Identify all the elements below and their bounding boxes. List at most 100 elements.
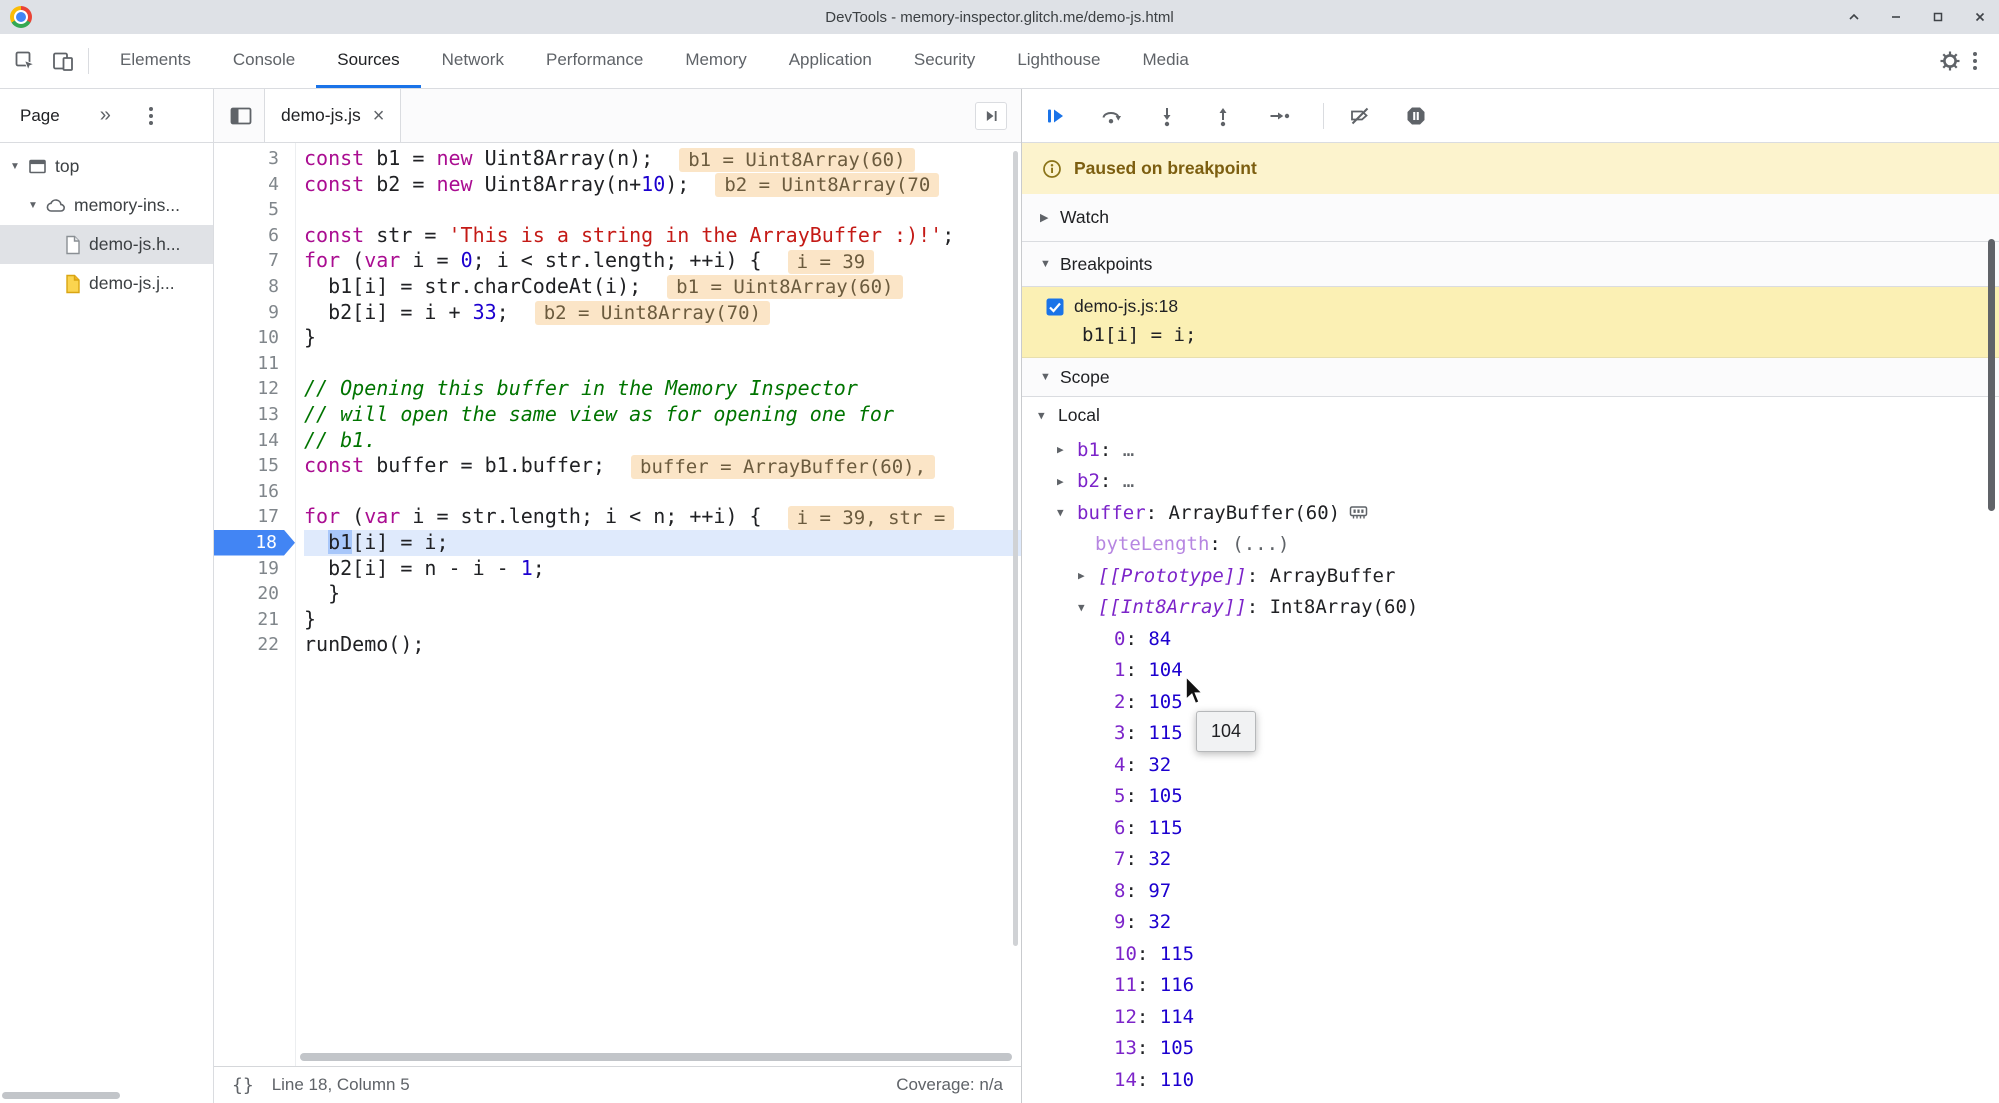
panel-toggle-icon[interactable]	[975, 102, 1007, 130]
disclosure-triangle-icon[interactable]: ▼	[10, 161, 28, 172]
editor-vertical-scrollbar[interactable]	[1013, 151, 1018, 946]
inline-eval-badge: buffer = ArrayBuffer(60),	[631, 454, 936, 479]
tab-sources[interactable]: Sources	[316, 34, 421, 88]
navigator-toggle-icon[interactable]	[228, 104, 254, 128]
line-number[interactable]: 5	[214, 197, 295, 223]
line-number[interactable]: 12	[214, 376, 295, 402]
memory-inspector-icon[interactable]	[1349, 505, 1368, 520]
step-out-icon[interactable]	[1211, 104, 1235, 128]
scope-entry[interactable]: 7: 32	[1022, 844, 1999, 876]
tree-item-demo-js-html[interactable]: demo-js.h...	[0, 225, 213, 264]
pause-on-exceptions-icon[interactable]	[1404, 104, 1428, 128]
line-number[interactable]: 19	[214, 556, 295, 582]
scope-entry[interactable]: 11: 116	[1022, 970, 1999, 1002]
disclosure-triangle-icon[interactable]: ▼	[28, 200, 46, 211]
scope-entry[interactable]: 8: 97	[1022, 875, 1999, 907]
scope-property-value: 32	[1148, 848, 1172, 871]
disclosure-triangle-icon[interactable]: ▶	[1078, 569, 1098, 582]
scope-entry[interactable]: 13: 105	[1022, 1033, 1999, 1065]
line-number[interactable]: 21	[214, 607, 295, 633]
tab-memory[interactable]: Memory	[664, 34, 767, 88]
scope-entry[interactable]: 1: 104	[1022, 655, 1999, 687]
disclosure-triangle-icon[interactable]: ▼	[1038, 409, 1058, 422]
tab-media[interactable]: Media	[1122, 34, 1210, 88]
resume-script-icon[interactable]	[1043, 104, 1067, 128]
line-number[interactable]: 18	[214, 530, 295, 556]
tab-lighthouse[interactable]: Lighthouse	[996, 34, 1121, 88]
navigator-menu-icon[interactable]	[148, 106, 153, 125]
scope-entry[interactable]: 2: 105	[1022, 686, 1999, 718]
tab-console[interactable]: Console	[212, 34, 316, 88]
scope-entry[interactable]: ▶ b1: …	[1022, 434, 1999, 466]
scope-entry[interactable]: ▼ [[Int8Array]]: Int8Array(60)	[1022, 592, 1999, 624]
tab-security[interactable]: Security	[893, 34, 996, 88]
line-number[interactable]: 13	[214, 402, 295, 428]
debugger-vertical-scrollbar[interactable]	[1988, 239, 1995, 511]
editor-tab-demo-js[interactable]: demo-js.js ×	[264, 89, 402, 142]
maximize-icon[interactable]	[1929, 8, 1947, 26]
line-number[interactable]: 8	[214, 274, 295, 300]
scope-entry[interactable]: 9: 32	[1022, 907, 1999, 939]
scope-entry[interactable]: 6: 115	[1022, 812, 1999, 844]
more-options-icon[interactable]	[1973, 52, 1977, 70]
close-window-icon[interactable]	[1971, 8, 1989, 26]
breakpoint-entry[interactable]: demo-js.js:18 b1[i] = i;	[1022, 287, 1999, 358]
tree-item-top[interactable]: ▼ top	[0, 147, 213, 186]
tab-network[interactable]: Network	[421, 34, 525, 88]
settings-gear-icon[interactable]	[1937, 48, 1963, 74]
line-number[interactable]: 11	[214, 351, 295, 377]
more-tabs-icon[interactable]: »	[100, 104, 111, 127]
line-number[interactable]: 20	[214, 581, 295, 607]
scope-section-local[interactable]: ▼ Local	[1022, 397, 1999, 434]
inspect-element-icon[interactable]	[12, 48, 38, 74]
disclosure-triangle-icon[interactable]: ▼	[1057, 506, 1077, 519]
device-toolbar-icon[interactable]	[50, 48, 76, 74]
scope-entry[interactable]: 4: 32	[1022, 749, 1999, 781]
line-number[interactable]: 14	[214, 428, 295, 454]
disclosure-triangle-icon[interactable]: ▼	[1078, 601, 1098, 614]
disclosure-triangle-icon[interactable]: ▶	[1057, 443, 1077, 456]
line-number[interactable]: 22	[214, 632, 295, 658]
scope-entry[interactable]: 5: 105	[1022, 781, 1999, 813]
breakpoints-section-header[interactable]: ▼ Breakpoints	[1022, 242, 1999, 287]
close-tab-icon[interactable]: ×	[373, 106, 385, 126]
scope-entry[interactable]: ▶ [[Prototype]]: ArrayBuffer	[1022, 560, 1999, 592]
disclosure-triangle-icon[interactable]: ▶	[1057, 475, 1077, 488]
sidebar-horizontal-scrollbar[interactable]	[2, 1092, 120, 1099]
tab-application[interactable]: Application	[768, 34, 893, 88]
tab-elements[interactable]: Elements	[99, 34, 212, 88]
step-over-icon[interactable]	[1099, 104, 1123, 128]
line-number[interactable]: 15	[214, 453, 295, 479]
minimize-icon[interactable]	[1887, 8, 1905, 26]
scope-entry[interactable]: ▶ b2: …	[1022, 466, 1999, 498]
line-number[interactable]: 17	[214, 504, 295, 530]
watch-section-header[interactable]: ▶ Watch	[1022, 194, 1999, 242]
line-number[interactable]: 9	[214, 300, 295, 326]
line-number[interactable]: 16	[214, 479, 295, 505]
line-number[interactable]: 4	[214, 172, 295, 198]
line-number[interactable]: 7	[214, 248, 295, 274]
restore-down-icon[interactable]	[1845, 8, 1863, 26]
tab-performance[interactable]: Performance	[525, 34, 664, 88]
line-number[interactable]: 10	[214, 325, 295, 351]
step-into-icon[interactable]	[1155, 104, 1179, 128]
line-number[interactable]: 3	[214, 146, 295, 172]
editor-horizontal-scrollbar[interactable]	[300, 1053, 1012, 1061]
tree-item-origin[interactable]: ▼ memory-ins...	[0, 186, 213, 225]
scope-entry[interactable]: 0: 84	[1022, 623, 1999, 655]
scope-property-name: b1	[1077, 438, 1100, 461]
scope-entry[interactable]: 12: 114	[1022, 1001, 1999, 1033]
line-number[interactable]: 6	[214, 223, 295, 249]
pretty-print-button[interactable]: {}	[232, 1075, 254, 1096]
scope-entry[interactable]: ▼ buffer: ArrayBuffer(60)	[1022, 497, 1999, 529]
deactivate-breakpoints-icon[interactable]	[1348, 104, 1372, 128]
step-icon[interactable]	[1267, 104, 1291, 128]
tree-item-demo-js-js[interactable]: demo-js.j...	[0, 264, 213, 303]
breakpoint-checkbox[interactable]	[1046, 298, 1064, 316]
tab-page[interactable]: Page	[20, 106, 60, 126]
scope-section-header[interactable]: ▼ Scope	[1022, 358, 1999, 397]
scope-entry[interactable]: 3: 115	[1022, 718, 1999, 750]
scope-entry[interactable]: byteLength: (...)	[1022, 529, 1999, 561]
scope-entry[interactable]: 14: 110	[1022, 1064, 1999, 1096]
scope-entry[interactable]: 10: 115	[1022, 938, 1999, 970]
